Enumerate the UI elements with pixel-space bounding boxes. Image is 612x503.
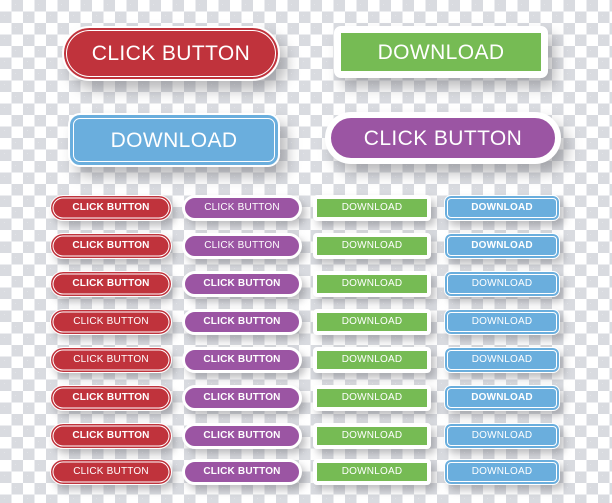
button-label: CLICK BUTTON <box>203 466 281 477</box>
button-label: CLICK BUTTON <box>91 42 251 65</box>
grid-button-purple-7[interactable]: CLICK BUTTON <box>182 423 302 449</box>
grid-button-red-8[interactable]: CLICK BUTTON <box>50 459 172 485</box>
hero-download-button-blue[interactable]: DOWNLOAD <box>68 113 280 167</box>
grid-button-red-5[interactable]: CLICK BUTTON <box>50 347 172 373</box>
grid-button-red-2[interactable]: CLICK BUTTON <box>50 233 172 259</box>
button-label: CLICK BUTTON <box>203 392 281 403</box>
button-label: CLICK BUTTON <box>363 126 523 150</box>
button-label: CLICK BUTTON <box>72 392 150 403</box>
grid-button-green-1[interactable]: DOWNLOAD <box>313 195 431 221</box>
grid-button-green-4[interactable]: DOWNLOAD <box>313 309 431 335</box>
button-label: CLICK BUTTON <box>73 316 149 327</box>
grid-button-purple-6[interactable]: CLICK BUTTON <box>182 385 302 411</box>
grid-button-red-7[interactable]: CLICK BUTTON <box>50 423 172 449</box>
grid-button-blue-6[interactable]: DOWNLOAD <box>444 385 560 411</box>
grid-button-purple-5[interactable]: CLICK BUTTON <box>182 347 302 373</box>
grid-button-green-7[interactable]: DOWNLOAD <box>313 423 431 449</box>
button-label: DOWNLOAD <box>341 392 403 403</box>
button-label: DOWNLOAD <box>471 316 533 327</box>
button-label: DOWNLOAD <box>471 202 533 213</box>
grid-button-purple-4[interactable]: CLICK BUTTON <box>182 309 302 335</box>
grid-button-red-1[interactable]: CLICK BUTTON <box>50 195 172 221</box>
button-label: CLICK BUTTON <box>203 430 281 441</box>
hero-click-button-red[interactable]: CLICK BUTTON <box>62 26 280 81</box>
grid-button-green-5[interactable]: DOWNLOAD <box>313 347 431 373</box>
grid-button-green-3[interactable]: DOWNLOAD <box>313 271 431 297</box>
button-label: DOWNLOAD <box>341 278 403 289</box>
button-label: CLICK BUTTON <box>204 202 280 213</box>
button-label: DOWNLOAD <box>471 354 533 365</box>
hero-click-button-purple[interactable]: CLICK BUTTON <box>325 112 561 164</box>
button-label: DOWNLOAD <box>341 316 403 327</box>
button-label: CLICK BUTTON <box>203 316 281 327</box>
hero-download-button-green[interactable]: DOWNLOAD <box>334 26 548 78</box>
button-label: DOWNLOAD <box>471 430 533 441</box>
grid-button-red-3[interactable]: CLICK BUTTON <box>50 271 172 297</box>
grid-button-blue-5[interactable]: DOWNLOAD <box>444 347 560 373</box>
button-label: DOWNLOAD <box>110 128 238 152</box>
button-label: CLICK BUTTON <box>203 354 281 365</box>
grid-button-blue-3[interactable]: DOWNLOAD <box>444 271 560 297</box>
grid-button-blue-7[interactable]: DOWNLOAD <box>444 423 560 449</box>
grid-button-blue-2[interactable]: DOWNLOAD <box>444 233 560 259</box>
button-label: DOWNLOAD <box>471 240 533 251</box>
grid-button-purple-3[interactable]: CLICK BUTTON <box>182 271 302 297</box>
button-label: DOWNLOAD <box>341 202 403 213</box>
button-label: CLICK BUTTON <box>72 278 150 289</box>
button-label: CLICK BUTTON <box>72 430 150 441</box>
button-label: DOWNLOAD <box>377 40 505 64</box>
button-label: DOWNLOAD <box>341 240 403 251</box>
grid-button-green-6[interactable]: DOWNLOAD <box>313 385 431 411</box>
button-label: CLICK BUTTON <box>73 354 149 365</box>
button-label: DOWNLOAD <box>471 278 533 289</box>
button-label: CLICK BUTTON <box>73 466 149 477</box>
grid-button-purple-2[interactable]: CLICK BUTTON <box>182 233 302 259</box>
button-label: CLICK BUTTON <box>72 240 150 251</box>
button-label: DOWNLOAD <box>341 354 403 365</box>
button-label: CLICK BUTTON <box>72 202 150 213</box>
grid-button-blue-1[interactable]: DOWNLOAD <box>444 195 560 221</box>
button-collection-canvas: CLICK BUTTON DOWNLOAD DOWNLOAD CLICK BUT… <box>0 0 612 503</box>
button-label: CLICK BUTTON <box>203 278 281 289</box>
grid-button-green-8[interactable]: DOWNLOAD <box>313 459 431 485</box>
button-label: DOWNLOAD <box>341 430 403 441</box>
grid-button-purple-8[interactable]: CLICK BUTTON <box>182 459 302 485</box>
button-label: DOWNLOAD <box>341 466 403 477</box>
grid-button-green-2[interactable]: DOWNLOAD <box>313 233 431 259</box>
button-label: DOWNLOAD <box>471 466 533 477</box>
button-label: CLICK BUTTON <box>204 240 280 251</box>
grid-button-blue-8[interactable]: DOWNLOAD <box>444 459 560 485</box>
grid-button-red-4[interactable]: CLICK BUTTON <box>50 309 172 335</box>
grid-button-red-6[interactable]: CLICK BUTTON <box>50 385 172 411</box>
grid-button-blue-4[interactable]: DOWNLOAD <box>444 309 560 335</box>
grid-button-purple-1[interactable]: CLICK BUTTON <box>182 195 302 221</box>
button-label: DOWNLOAD <box>471 392 533 403</box>
